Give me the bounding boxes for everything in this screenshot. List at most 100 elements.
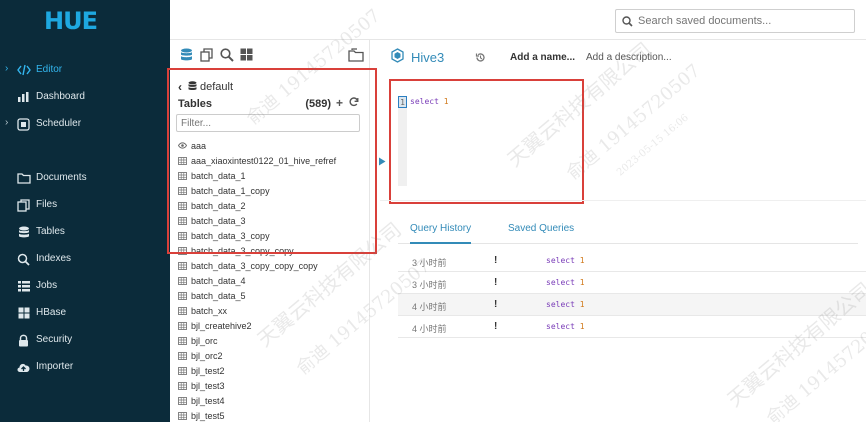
history-icon[interactable] — [475, 52, 486, 66]
search-box[interactable] — [615, 9, 855, 33]
history-sql: select 1 — [546, 322, 585, 331]
search-icon[interactable] — [220, 48, 236, 64]
divider — [380, 200, 866, 201]
nav-item-jobs[interactable]: Jobs — [0, 276, 170, 296]
table-name: batch_data_5 — [191, 290, 246, 301]
table-item[interactable]: batch_xx — [178, 303, 368, 318]
query-description[interactable]: Add a description... — [586, 52, 672, 63]
nav-item-label: Importer — [36, 361, 74, 372]
table-item[interactable]: bjl_test4 — [178, 393, 368, 408]
snippet-type[interactable]: Hive3 — [390, 48, 444, 66]
table-name: batch_data_3_copy_copy_copy — [191, 260, 318, 271]
table-icon — [178, 366, 187, 375]
hive-icon — [390, 48, 405, 66]
warning-icon: ! — [494, 299, 498, 310]
warning-icon: ! — [494, 255, 498, 266]
table-name: bjl_test4 — [191, 395, 225, 406]
code-icon — [16, 63, 31, 77]
sql-value: 1 — [579, 322, 585, 331]
table-item[interactable]: bjl_orc2 — [178, 348, 368, 363]
code-line[interactable]: select 1 — [410, 96, 449, 108]
nav-item-security[interactable]: Security — [0, 330, 170, 350]
nav-item-label: Tables — [36, 226, 65, 237]
nav-item-label: Jobs — [36, 280, 58, 291]
history-sql: select 1 — [546, 256, 585, 265]
grid-icon[interactable] — [240, 48, 256, 64]
line-number: 1 — [398, 96, 407, 108]
chevron-right-icon: › — [5, 63, 9, 74]
history-sql: select 1 — [546, 300, 585, 309]
table-item[interactable]: bjl_createhive2 — [178, 318, 368, 333]
history-row[interactable]: 3 小时前! select 1 — [398, 272, 866, 294]
table-name: batch_data_4 — [191, 275, 246, 286]
table-icon — [178, 306, 187, 315]
list-icon — [16, 279, 31, 293]
table-icon — [178, 261, 187, 270]
table-item[interactable]: bjl_test2 — [178, 363, 368, 378]
top-bar — [170, 0, 866, 40]
nav-item-scheduler[interactable]: › Scheduler — [0, 114, 170, 134]
search-input[interactable] — [638, 15, 838, 27]
files-icon — [16, 198, 31, 212]
tab-saved-queries[interactable]: Saved Queries — [508, 223, 574, 242]
nav-item-importer[interactable]: Importer — [0, 357, 170, 377]
table-icon — [178, 336, 187, 345]
code-editor[interactable]: 1 select 1 — [398, 96, 578, 186]
left-nav: HUE › Editor Dashboard › Scheduler Docum… — [0, 0, 170, 422]
table-icon — [178, 276, 187, 285]
sql-value: 1 — [579, 256, 585, 265]
warning-icon: ! — [494, 277, 498, 288]
nav-item-label: Indexes — [36, 253, 72, 264]
nav-item-tables[interactable]: Tables — [0, 222, 170, 242]
sql-keyword: select — [546, 256, 575, 265]
table-icon — [178, 321, 187, 330]
table-name: bjl_test5 — [191, 410, 225, 421]
history-sql: select 1 — [546, 278, 585, 287]
nav-item-hbase[interactable]: HBase — [0, 303, 170, 323]
history-time: 3 小时前 — [412, 258, 447, 268]
table-item[interactable]: bjl_test3 — [178, 378, 368, 393]
nav-item-dashboard[interactable]: Dashboard — [0, 87, 170, 107]
history-time: 4 小时前 — [412, 302, 447, 312]
query-tabs: Query History Saved Queries — [398, 218, 858, 244]
table-name: bjl_createhive2 — [191, 320, 252, 331]
table-item[interactable]: batch_data_5 — [178, 288, 368, 303]
nav-item-editor[interactable]: › Editor — [0, 60, 170, 80]
sql-keyword: select — [546, 300, 575, 309]
grid-icon — [16, 306, 31, 320]
nav-item-indexes[interactable]: Indexes — [0, 249, 170, 269]
nav-item-label: Security — [36, 334, 73, 345]
play-icon[interactable] — [378, 157, 386, 169]
nav-item-documents[interactable]: Documents — [0, 168, 170, 188]
editor-gutter — [398, 96, 407, 186]
search-icon — [16, 252, 31, 266]
files-icon[interactable] — [200, 48, 216, 64]
sql-value: 1 — [579, 300, 585, 309]
history-row[interactable]: 4 小时前! select 1 — [398, 316, 866, 338]
history-row[interactable]: 3 小时前! select 1 — [398, 250, 866, 272]
watermark-line: 2023-05-15 16:06 — [615, 112, 691, 179]
sql-value: 1 — [443, 97, 449, 106]
history-time: 3 小时前 — [412, 280, 447, 290]
database-icon — [16, 225, 31, 239]
table-item[interactable]: bjl_test5 — [178, 408, 368, 422]
table-item[interactable]: batch_data_3_copy_copy_copy — [178, 258, 368, 273]
folder-icon[interactable] — [348, 48, 364, 64]
nav-item-label: Documents — [36, 172, 87, 183]
logo-text: HUE — [44, 7, 98, 35]
tab-query-history[interactable]: Query History — [410, 223, 472, 244]
query-name[interactable]: Add a name... — [510, 52, 575, 63]
sql-keyword: select — [546, 278, 575, 287]
hue-logo[interactable]: HUE — [44, 7, 98, 35]
table-item[interactable]: bjl_orc — [178, 333, 368, 348]
nav-item-label: Scheduler — [36, 118, 82, 129]
folder-icon — [16, 171, 31, 185]
table-item[interactable]: batch_data_4 — [178, 273, 368, 288]
database-icon[interactable] — [180, 48, 196, 64]
history-time: 4 小时前 — [412, 324, 447, 334]
table-icon — [178, 396, 187, 405]
chevron-right-icon: › — [5, 117, 9, 128]
nav-item-files[interactable]: Files — [0, 195, 170, 215]
history-row[interactable]: 4 小时前! select 1 — [398, 294, 866, 316]
highlight-box-assist — [167, 68, 377, 254]
